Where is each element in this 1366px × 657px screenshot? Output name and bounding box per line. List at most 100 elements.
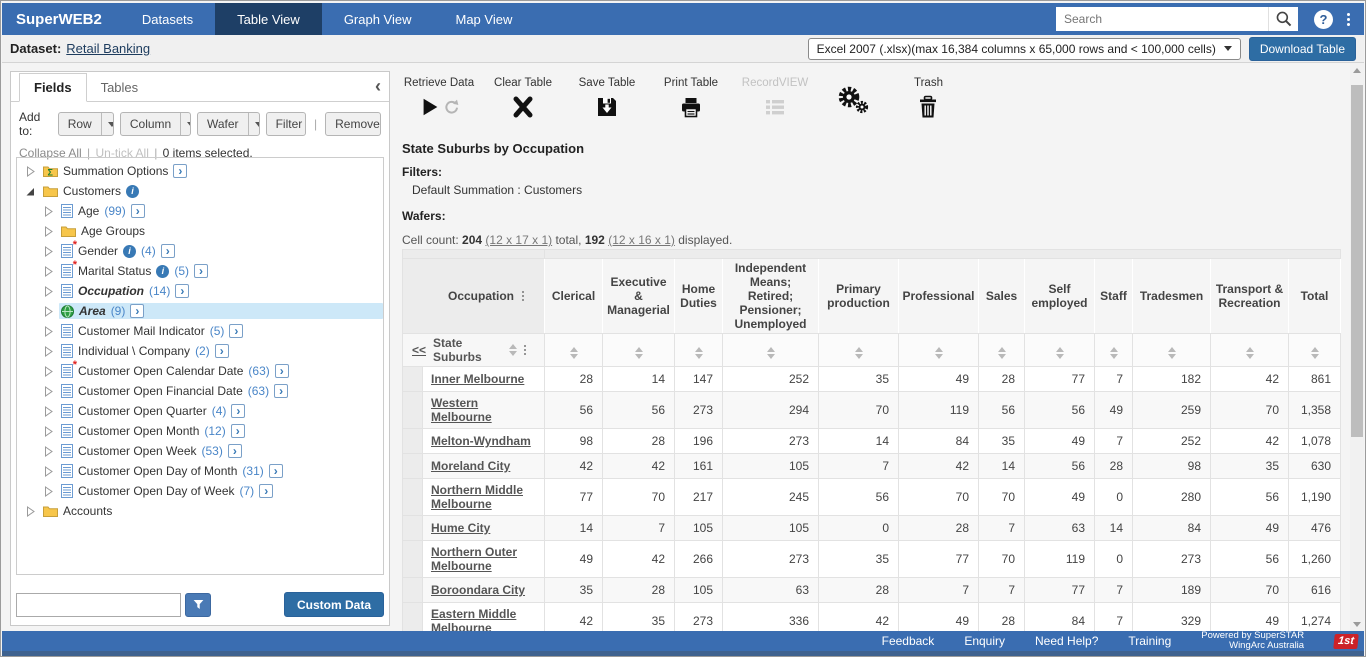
row-caret-icon[interactable] [101, 113, 114, 135]
tree-item-body[interactable]: Accounts [41, 503, 116, 519]
tree-item-body[interactable]: ΣSummation Options› [41, 163, 191, 179]
field-detail-arrow[interactable]: › [259, 484, 273, 498]
tree-expanded-icon[interactable] [25, 186, 37, 197]
add-to-wafer-button[interactable]: Wafer [197, 112, 260, 136]
field-detail-arrow[interactable]: › [194, 264, 208, 278]
nav-tab-table-view[interactable]: Table View [215, 3, 322, 35]
field-detail-arrow[interactable]: › [275, 364, 289, 378]
remove-button[interactable]: Remove [325, 112, 381, 136]
scroll-down-arrow[interactable] [1350, 617, 1364, 631]
sort-icon[interactable] [1311, 347, 1319, 359]
tree-item-customers[interactable]: Customersi [17, 181, 383, 201]
overflow-menu-icon[interactable] [1347, 13, 1350, 26]
tab-tables[interactable]: Tables [87, 74, 153, 101]
download-table-button[interactable]: Download Table [1249, 37, 1356, 61]
collapse-row-dimension-link[interactable]: << [412, 343, 426, 357]
info-icon[interactable]: i [123, 245, 136, 258]
sort-icon[interactable] [1110, 347, 1118, 359]
tree-collapsed-icon[interactable] [43, 426, 55, 437]
tree-item-summation-options[interactable]: ΣSummation Options› [17, 161, 383, 181]
sort-icon[interactable] [570, 347, 578, 359]
tree-collapsed-icon[interactable] [25, 506, 37, 517]
tree-item-body[interactable]: Customersi [41, 183, 143, 199]
sort-icon[interactable] [855, 347, 863, 359]
nav-tab-graph-view[interactable]: Graph View [322, 3, 434, 35]
row-label-link-western-melbourne[interactable]: Western Melbourne [431, 396, 492, 424]
field-detail-arrow[interactable]: › [161, 244, 175, 258]
tree-item-body[interactable]: Customer Mail Indicator(5)› [59, 323, 247, 339]
tree-item-customer-open-week[interactable]: Customer Open Week(53)› [17, 441, 383, 461]
row-label-link-northern-outer-melbourne[interactable]: Northern Outer Melbourne [431, 545, 517, 573]
tree-item-customer-mail-indicator[interactable]: Customer Mail Indicator(5)› [17, 321, 383, 341]
field-detail-arrow[interactable]: › [269, 464, 283, 478]
field-detail-arrow[interactable]: › [215, 344, 229, 358]
row-label-link-northern-middle-melbourne[interactable]: Northern Middle Melbourne [431, 483, 523, 511]
field-detail-arrow[interactable]: › [231, 424, 245, 438]
tree-collapsed-icon[interactable] [43, 466, 55, 477]
tree-item-body[interactable]: *Marital Statusi(5)› [59, 263, 212, 279]
field-detail-arrow[interactable]: › [173, 164, 187, 178]
tree-collapsed-icon[interactable] [43, 226, 55, 237]
tree-item-age-groups[interactable]: Age Groups [17, 221, 383, 241]
total-cells-link[interactable]: (12 x 17 x 1) [485, 233, 552, 247]
sort-icon[interactable] [767, 347, 775, 359]
tree-item-body[interactable]: Customer Open Week(53)› [59, 443, 246, 459]
help-icon[interactable]: ? [1314, 10, 1333, 29]
sort-icon[interactable] [635, 347, 643, 359]
tree-collapsed-icon[interactable] [43, 366, 55, 377]
header-menu-icon[interactable] [524, 345, 526, 355]
tree-collapsed-icon[interactable] [43, 346, 55, 357]
sort-icon[interactable] [1168, 347, 1176, 359]
tree-item-individual-company[interactable]: Individual \ Company(2)› [17, 341, 383, 361]
tree-item-body[interactable]: Customer Open Day of Month(31)› [59, 463, 287, 479]
save-table-button[interactable]: Save Table [570, 71, 644, 129]
tree-collapsed-icon[interactable] [43, 306, 55, 317]
search-input[interactable] [1056, 7, 1268, 31]
displayed-cells-link[interactable]: (12 x 16 x 1) [608, 233, 675, 247]
tree-item-customer-open-calendar-date[interactable]: *Customer Open Calendar Date(63)› [17, 361, 383, 381]
tree-collapsed-icon[interactable] [25, 166, 37, 177]
tree-item-body[interactable]: *Genderi(4)› [59, 243, 179, 259]
print-table-button[interactable]: Print Table [654, 71, 728, 129]
row-label-link-boroondara-city[interactable]: Boroondara City [431, 583, 525, 597]
tree-filter-input[interactable] [16, 593, 181, 617]
header-menu-icon[interactable] [522, 291, 524, 301]
custom-data-button[interactable]: Custom Data [284, 592, 384, 617]
sort-icon[interactable] [1056, 347, 1064, 359]
column-caret-icon[interactable] [180, 113, 191, 135]
scroll-up-arrow[interactable] [1350, 63, 1364, 77]
tree-collapsed-icon[interactable] [43, 286, 55, 297]
table-options-button[interactable] [836, 85, 870, 120]
tree-collapsed-icon[interactable] [43, 446, 55, 457]
nav-tab-map-view[interactable]: Map View [434, 3, 535, 35]
tree-item-customer-open-financial-date[interactable]: Customer Open Financial Date(63)› [17, 381, 383, 401]
tree-item-body[interactable]: Customer Open Month(12)› [59, 423, 249, 439]
tree-item-body[interactable]: Customer Open Financial Date(63)› [59, 383, 292, 399]
filter-button[interactable]: Filter [266, 112, 306, 136]
footer-link-training[interactable]: Training [1128, 634, 1171, 648]
field-detail-arrow[interactable]: › [228, 444, 242, 458]
footer-link-need-help[interactable]: Need Help? [1035, 634, 1098, 648]
field-detail-arrow[interactable]: › [229, 324, 243, 338]
row-label-link-inner-melbourne[interactable]: Inner Melbourne [431, 372, 524, 386]
tree-collapsed-icon[interactable] [43, 406, 55, 417]
sort-icon[interactable] [935, 347, 943, 359]
row-label-link-hume-city[interactable]: Hume City [431, 521, 490, 535]
tree-item-area[interactable]: Area(9)› [17, 301, 383, 321]
sort-icon[interactable] [509, 344, 517, 356]
footer-link-enquiry[interactable]: Enquiry [964, 634, 1005, 648]
tree-item-body[interactable]: Customer Open Day of Week(7)› [59, 483, 277, 499]
tree-item-body[interactable]: Customer Open Quarter(4)› [59, 403, 249, 419]
tree-collapsed-icon[interactable] [43, 326, 55, 337]
tree-item-body[interactable]: Age(99)› [59, 203, 149, 219]
tree-item-body[interactable]: Occupation(14)› [59, 283, 193, 299]
tree-filter-button[interactable] [185, 593, 211, 617]
tree-collapsed-icon[interactable] [43, 386, 55, 397]
tree-item-body[interactable]: Area(9)› [59, 303, 383, 319]
tree-item-customer-open-day-of-month[interactable]: Customer Open Day of Month(31)› [17, 461, 383, 481]
field-detail-arrow[interactable]: › [130, 304, 144, 318]
tree-collapsed-icon[interactable] [43, 266, 55, 277]
clear-table-button[interactable]: Clear Table [486, 71, 560, 129]
tree-item-occupation[interactable]: Occupation(14)› [17, 281, 383, 301]
add-to-column-button[interactable]: Column [120, 112, 191, 136]
